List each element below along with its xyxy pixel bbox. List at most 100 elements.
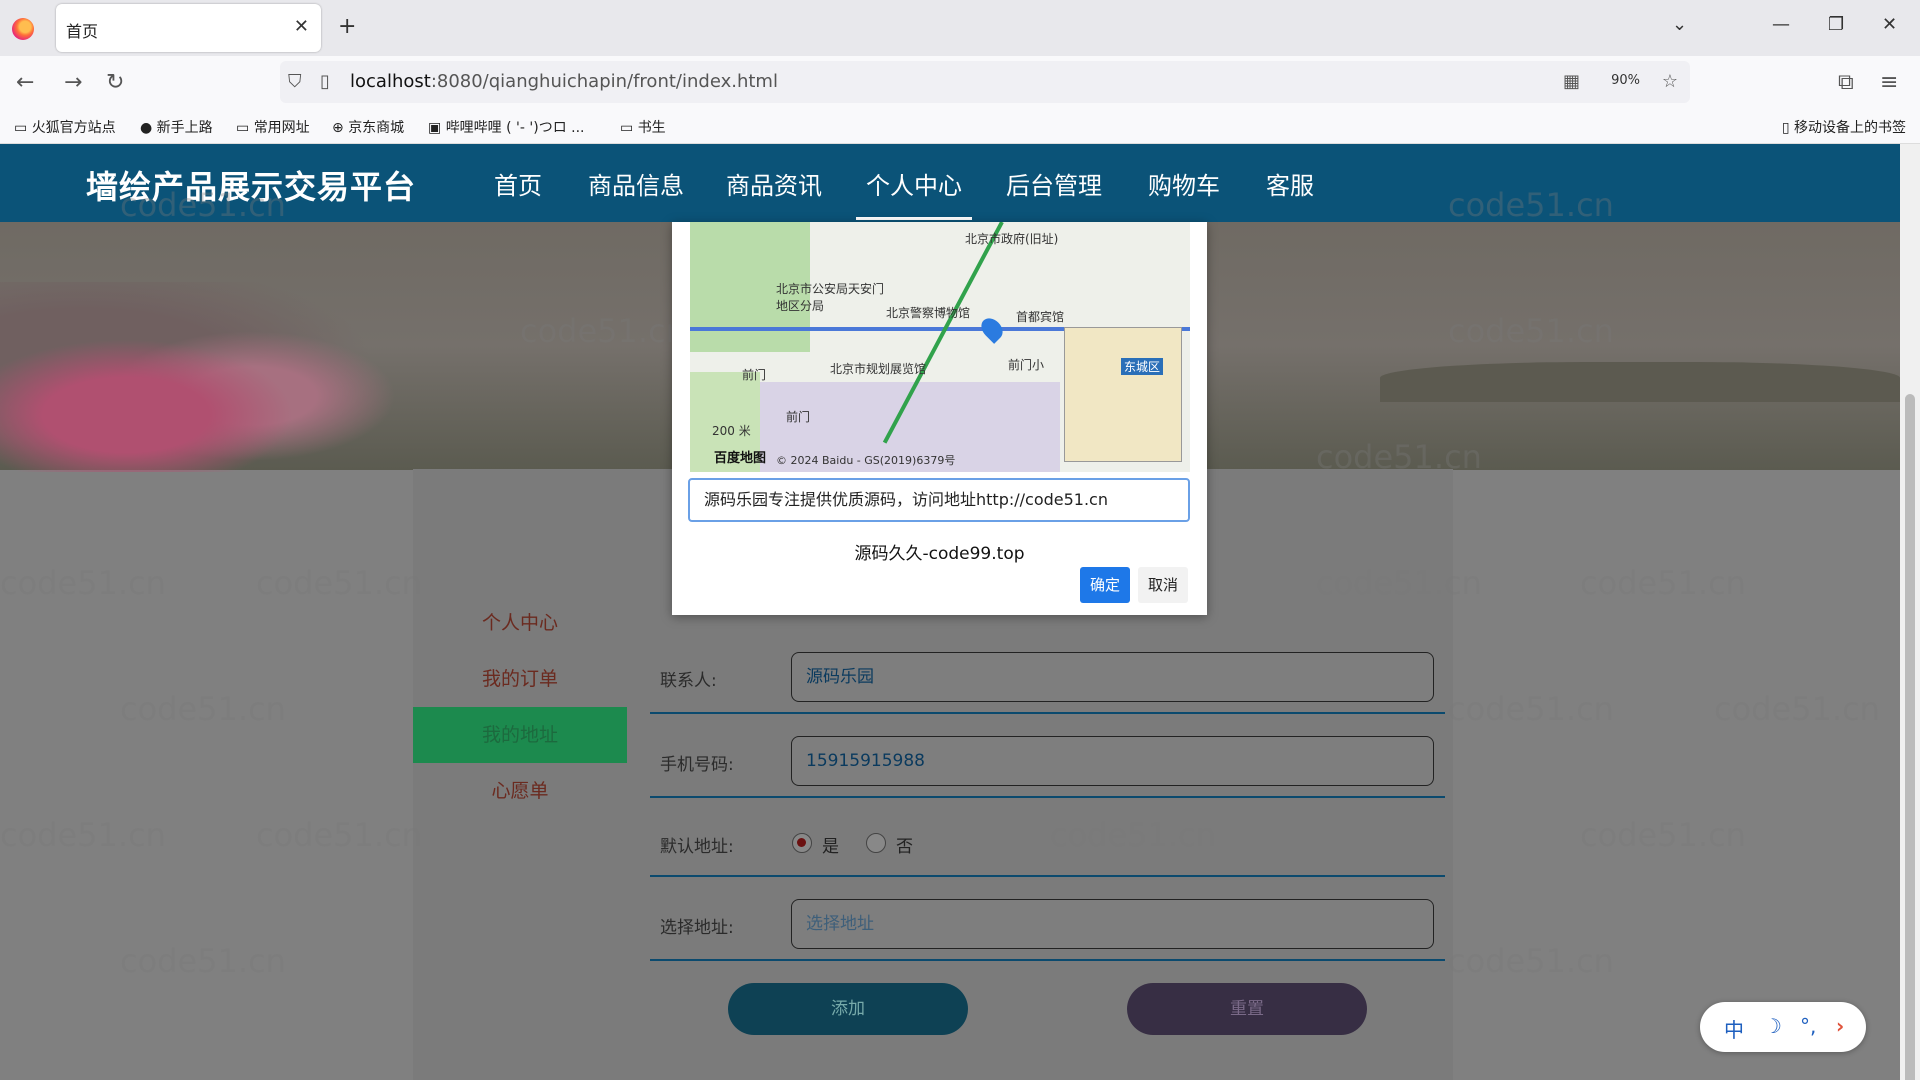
watermark: code51.cn xyxy=(0,564,166,602)
bookmark-item[interactable]: ● 新手上路 xyxy=(140,117,213,137)
ime-moon-icon[interactable]: ☽ xyxy=(1764,1014,1782,1038)
default-address-label: 默认地址: xyxy=(660,837,734,857)
map-label: 北京市规划展览馆 xyxy=(830,362,927,376)
forward-icon[interactable]: → xyxy=(64,70,82,95)
nav-admin[interactable]: 后台管理 xyxy=(1006,166,1102,201)
map-label: 东城区 xyxy=(1121,358,1164,375)
site-header: 墙绘产品展示交易平台 首页 商品信息 商品资讯 个人中心 后台管理 购物车 客服 xyxy=(0,144,1900,222)
ime-punctuation-icon[interactable]: °, xyxy=(1800,1014,1816,1038)
divider xyxy=(650,796,1445,798)
firefox-logo-icon xyxy=(12,18,34,40)
radio-default-yes[interactable] xyxy=(792,833,812,853)
contact-input[interactable]: 源码乐园 xyxy=(791,652,1434,702)
tab-list-chevron-icon[interactable]: ⌄ xyxy=(1672,14,1687,35)
map-logo: 百度地图 xyxy=(714,451,767,466)
add-button[interactable]: 添加 xyxy=(728,983,968,1035)
browser-tabbar: 首页 ✕ + ⌄ — ❐ ✕ xyxy=(0,0,1920,56)
page-icon: ▯ xyxy=(320,71,330,92)
sidebar-item-orders[interactable]: 我的订单 xyxy=(413,651,627,707)
watermark: code51.cn xyxy=(1580,816,1746,854)
new-tab-icon[interactable]: + xyxy=(338,14,356,39)
watermark: code51.cn xyxy=(1714,690,1880,728)
minimize-icon[interactable]: — xyxy=(1772,14,1790,35)
nav-products[interactable]: 商品信息 xyxy=(588,166,684,201)
mobile-bookmarks[interactable]: ▯ 移动设备上的书签 xyxy=(1782,117,1906,137)
sidebar-item-address[interactable]: 我的地址 xyxy=(413,707,627,763)
bookmark-item[interactable]: ▣ 哔哩哔哩 ( '- ')つロ ... xyxy=(428,117,585,137)
sidebar-item-wishlist[interactable]: 心愿单 xyxy=(413,763,627,819)
nav-home[interactable]: 首页 xyxy=(494,166,542,201)
watermark: code51.cn xyxy=(1448,942,1614,980)
map-label: 北京警察博物馆 xyxy=(886,306,971,320)
nav-news[interactable]: 商品资讯 xyxy=(726,166,822,201)
watermark: code51.cn xyxy=(256,564,422,602)
map-label: 前门 xyxy=(786,410,811,424)
cancel-button[interactable]: 取消 xyxy=(1138,567,1188,603)
map-overview-inset[interactable]: 东城区 xyxy=(1064,327,1182,462)
address-label: 选择地址: xyxy=(660,918,734,938)
nav-cart[interactable]: 购物车 xyxy=(1148,166,1220,201)
restore-icon[interactable]: ❐ xyxy=(1828,14,1844,35)
bookmark-item[interactable]: ▭ 常用网址 xyxy=(236,117,310,137)
watermark: code51.cn xyxy=(1448,690,1614,728)
phone-label: 手机号码: xyxy=(660,755,734,775)
web-page: 墙绘产品展示交易平台 首页 商品信息 商品资讯 个人中心 后台管理 购物车 客服… xyxy=(0,144,1900,1080)
map-copyright: © 2024 Baidu - GS(2019)6379号 xyxy=(776,454,956,467)
divider xyxy=(650,875,1445,877)
nav-service[interactable]: 客服 xyxy=(1266,166,1314,201)
address-input[interactable]: 选择地址 xyxy=(791,899,1434,949)
divider xyxy=(650,712,1445,714)
banner-flowers xyxy=(0,282,420,472)
radio-no-label: 否 xyxy=(896,837,913,857)
zoom-level[interactable]: 90% xyxy=(1611,73,1640,88)
map-picker-dialog: 北京市政府(旧址) 北京市公安局天安门地区分局 北京警察博物馆 首都宾馆 北京市… xyxy=(672,222,1207,615)
scroll-thumb[interactable] xyxy=(1905,394,1915,1080)
bookmark-star-icon[interactable]: ☆ xyxy=(1662,71,1678,92)
map-label: 北京市公安局天安门地区分局 xyxy=(776,282,885,313)
radio-yes-label: 是 xyxy=(822,837,839,857)
extensions-icon[interactable]: ⧉ xyxy=(1838,70,1854,95)
menu-icon[interactable]: ≡ xyxy=(1880,70,1898,95)
bookmark-item[interactable]: ▭ 火狐官方站点 xyxy=(14,117,116,137)
radio-default-no[interactable] xyxy=(866,833,886,853)
sidebar-item-personal-center[interactable]: 个人中心 xyxy=(413,595,627,651)
map-scale: 200 米 xyxy=(712,424,751,438)
divider xyxy=(650,959,1445,961)
site-title: 墙绘产品展示交易平台 xyxy=(86,168,417,206)
watermark: code51.cn xyxy=(1580,564,1746,602)
nav-personal-center[interactable]: 个人中心 xyxy=(856,166,972,220)
map-label: 首都宾馆 xyxy=(1016,310,1065,324)
bookmarks-toolbar: ▭ 火狐官方站点 ● 新手上路 ▭ 常用网址 ⊕ 京东商城 ▣ 哔哩哔哩 ( '… xyxy=(0,110,1920,144)
browser-tab[interactable]: 首页 ✕ xyxy=(56,4,321,52)
ime-chinese-mode[interactable]: 中 xyxy=(1724,1014,1744,1043)
watermark: code51.cn xyxy=(256,816,422,854)
watermark: code51.cn xyxy=(120,690,286,728)
phone-input[interactable]: 15915915988 xyxy=(791,736,1434,786)
url-bar[interactable]: ⛉ ▯ localhost:8080/qianghuichapin/front/… xyxy=(280,61,1690,103)
dialog-caption: 源码久久-code99.top xyxy=(854,544,1025,564)
reset-button[interactable]: 重置 xyxy=(1127,983,1367,1035)
map-label: 前门小 xyxy=(1008,358,1045,372)
shield-icon[interactable]: ⛉ xyxy=(288,71,302,92)
watermark: code51.cn xyxy=(0,816,166,854)
bookmark-item[interactable]: ⊕ 京东商城 xyxy=(332,117,404,137)
ime-expand-icon[interactable]: › xyxy=(1836,1014,1844,1038)
confirm-button[interactable]: 确定 xyxy=(1080,567,1130,603)
bookmark-item[interactable]: ▭ 书生 xyxy=(620,117,666,137)
banner-bridge xyxy=(1380,362,1900,402)
qr-code-icon[interactable]: ▦ xyxy=(1563,71,1580,92)
contact-label: 联系人: xyxy=(660,671,717,691)
url-text[interactable]: localhost:8080/qianghuichapin/front/inde… xyxy=(350,71,778,92)
watermark: code51.cn xyxy=(120,942,286,980)
map-pin-icon[interactable] xyxy=(977,314,1007,344)
map-label: 前门 xyxy=(742,368,767,382)
page-scrollbar[interactable] xyxy=(1900,144,1920,1080)
close-window-icon[interactable]: ✕ xyxy=(1882,14,1897,35)
ime-toolbar[interactable]: 中 ☽ °, › xyxy=(1700,1002,1866,1052)
back-icon[interactable]: ← xyxy=(16,70,34,95)
tab-title: 首页 xyxy=(66,22,99,41)
address-search-input[interactable]: 源码乐园专注提供优质源码，访问地址http://code51.cn xyxy=(688,478,1190,522)
baidu-map[interactable]: 北京市政府(旧址) 北京市公安局天安门地区分局 北京警察博物馆 首都宾馆 北京市… xyxy=(690,222,1190,472)
reload-icon[interactable]: ↻ xyxy=(106,70,124,95)
close-tab-icon[interactable]: ✕ xyxy=(294,16,309,37)
